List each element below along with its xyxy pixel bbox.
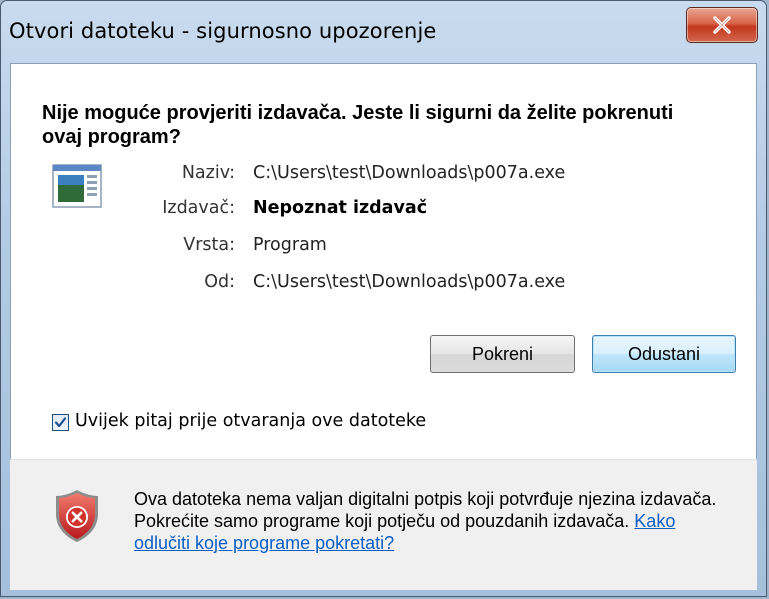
title-bar[interactable]: Otvori datoteku - sigurnosno upozorenje [1, 1, 766, 61]
publisher-label: Izdavač: [162, 198, 235, 218]
close-icon [713, 16, 731, 34]
name-value: C:\Users\test\Downloads\p007a.exe [253, 163, 566, 183]
from-value: C:\Users\test\Downloads\p007a.exe [253, 272, 566, 292]
name-label: Naziv: [181, 163, 235, 183]
footer-message: Ova datoteka nema valjan digitalni potpi… [134, 488, 734, 554]
checkmark-icon [54, 417, 67, 428]
security-warning-dialog: Otvori datoteku - sigurnosno upozorenje … [0, 0, 767, 597]
run-button[interactable]: Pokreni [430, 335, 575, 373]
always-ask-checkbox[interactable] [52, 414, 69, 431]
type-label: Vrsta: [183, 235, 235, 255]
publisher-value: Nepoznat izdavač [253, 198, 428, 218]
footer-text: Ova datoteka nema valjan digitalni potpi… [134, 489, 717, 531]
security-shield-icon [56, 490, 98, 542]
type-value: Program [253, 235, 327, 255]
warning-heading: Nije moguće provjeriti izdavača. Jeste l… [42, 102, 674, 148]
close-button[interactable] [686, 7, 758, 43]
cancel-button[interactable]: Odustani [592, 335, 736, 373]
always-ask-label[interactable]: Uvijek pitaj prije otvaranja ove datotek… [75, 411, 426, 431]
from-label: Od: [204, 272, 235, 292]
window-title: Otvori datoteku - sigurnosno upozorenje [9, 19, 437, 43]
